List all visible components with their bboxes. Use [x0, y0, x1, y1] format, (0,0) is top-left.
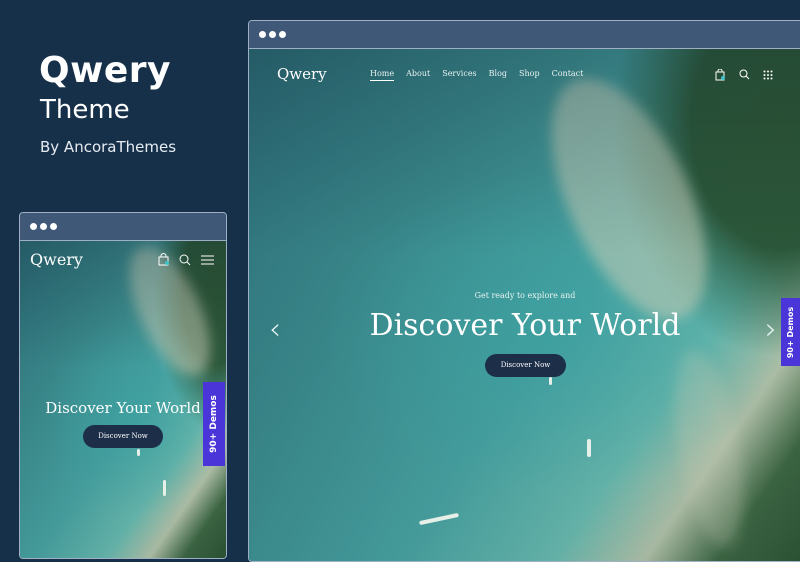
boat-image: [137, 449, 140, 456]
shopping-bag-icon[interactable]: [715, 69, 725, 81]
search-icon[interactable]: [739, 69, 750, 80]
demos-badge-label: 90+ Demos: [786, 306, 796, 358]
window-dot-icon: [30, 223, 37, 230]
site-logo-mobile[interactable]: Qwery: [30, 250, 83, 269]
hero-headline-mobile: Discover Your World: [45, 399, 201, 417]
nav-blog[interactable]: Blog: [489, 69, 507, 78]
mobile-browser-frame: Qwery Discover Your World Discover Now 9…: [19, 212, 227, 559]
discover-now-button-mobile[interactable]: Discover Now: [83, 425, 163, 448]
grid-menu-icon[interactable]: [763, 70, 773, 80]
window-dot-icon: [40, 223, 47, 230]
promo-subtitle: Theme: [40, 95, 130, 125]
boat-image: [587, 439, 591, 457]
hero-eyebrow: Get ready to explore and: [474, 291, 576, 300]
boat-image: [163, 480, 166, 496]
nav-contact[interactable]: Contact: [552, 69, 584, 78]
search-icon[interactable]: [179, 254, 191, 266]
boat-image: [549, 377, 552, 385]
nav-about[interactable]: About: [406, 69, 430, 78]
nav-services[interactable]: Services: [442, 69, 476, 78]
chevron-right-icon[interactable]: ›: [765, 312, 777, 347]
demos-badge[interactable]: 90+ Demos: [781, 298, 800, 366]
window-dot-icon: [50, 223, 57, 230]
nav-home[interactable]: Home: [370, 69, 395, 81]
demos-badge-label: 90+ Demos: [209, 395, 220, 453]
hero-headline: Discover Your World: [369, 308, 681, 343]
nav-shop[interactable]: Shop: [519, 69, 540, 78]
chevron-left-icon[interactable]: ‹: [269, 312, 281, 347]
site-logo[interactable]: Qwery: [277, 65, 327, 83]
mobile-window-bar: [20, 213, 226, 241]
desktop-viewport: Qwery Home About Services Blog Shop Cont…: [249, 49, 800, 561]
discover-now-button[interactable]: Discover Now: [485, 354, 566, 377]
hero-background-image: [249, 49, 800, 561]
shopping-bag-icon[interactable]: [158, 253, 169, 266]
desktop-window-bar: [249, 21, 800, 49]
hamburger-menu-icon[interactable]: [201, 255, 214, 265]
window-dot-icon: [259, 31, 266, 38]
window-dot-icon: [269, 31, 276, 38]
main-nav: Home About Services Blog Shop Contact: [370, 69, 584, 81]
mobile-viewport: Qwery Discover Your World Discover Now 9…: [20, 241, 226, 558]
demos-badge[interactable]: 90+ Demos: [203, 382, 225, 466]
desktop-browser-frame: Qwery Home About Services Blog Shop Cont…: [248, 20, 800, 562]
promo-byline: By AncoraThemes: [40, 138, 177, 156]
window-dot-icon: [279, 31, 286, 38]
promo-title: Qwery: [39, 50, 171, 91]
